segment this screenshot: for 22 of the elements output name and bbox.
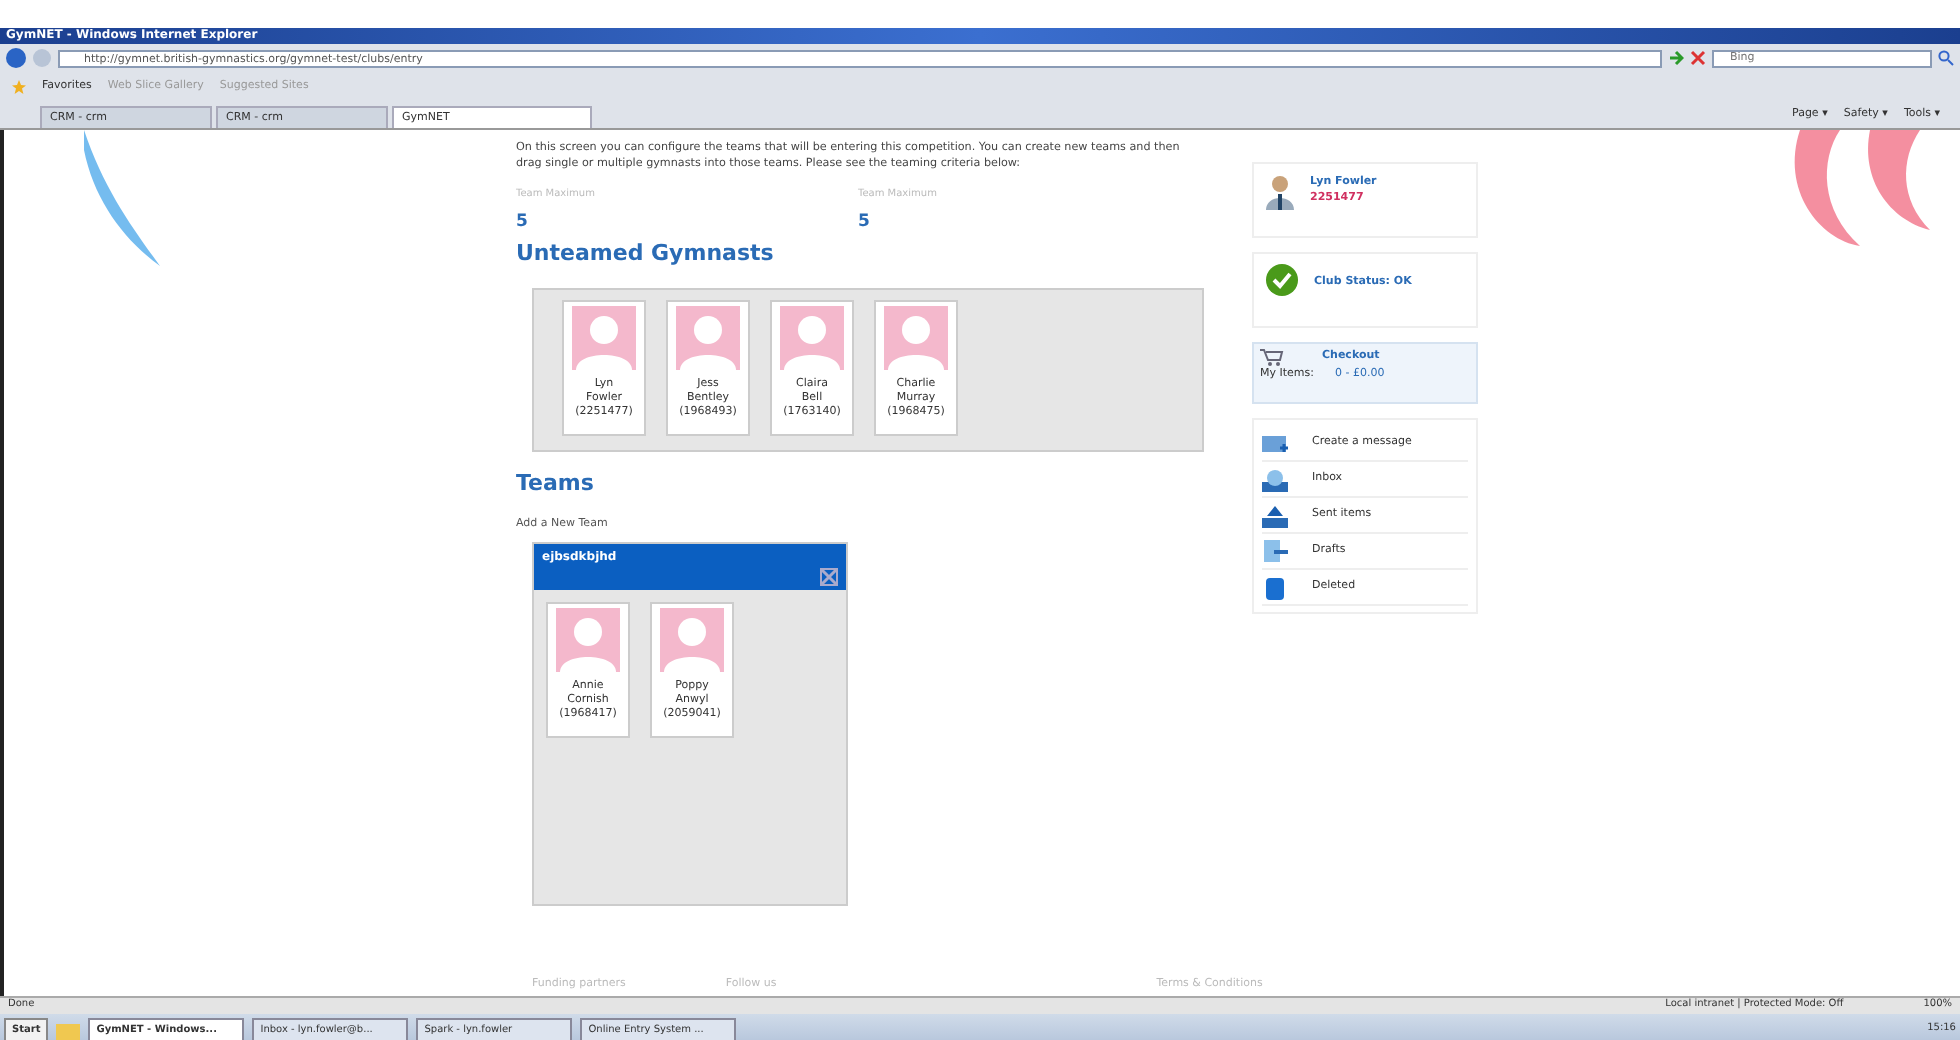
avatar-silhouette [884,305,948,370]
section-heading: Teams [516,467,596,500]
avatar-silhouette [556,607,620,671]
compose-icon [1262,431,1288,455]
trash-icon [1262,575,1288,599]
avatar-silhouette [780,305,844,370]
avatar-silhouette [660,607,724,671]
refresh-icon[interactable] [1668,50,1684,66]
back-button[interactable] [6,48,26,68]
cart-icon [1260,348,1284,366]
check-icon [1266,264,1298,296]
user-icon [1266,174,1294,210]
close-icon[interactable] [1690,50,1706,66]
criteria-value: 5 [516,209,530,235]
search-icon[interactable] [1938,50,1954,66]
criteria-value: 5 [858,209,872,235]
close-icon[interactable] [820,567,838,585]
star-icon[interactable] [12,79,26,93]
avatar-silhouette [572,305,636,370]
swirl-decoration [84,130,164,270]
section-heading: Unteamed Gymnasts [516,238,776,271]
avatar-silhouette [676,305,740,370]
